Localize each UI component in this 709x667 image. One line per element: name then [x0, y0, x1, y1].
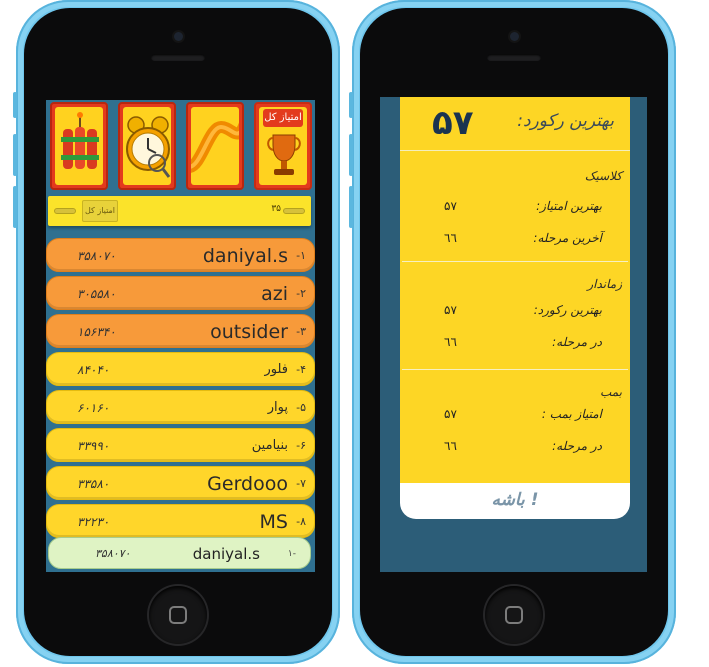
- row-points: ۳۰۵۵۸۰: [77, 287, 116, 301]
- leaderboard-row[interactable]: ۳۳۵۸۰ Gerdooo -۷: [46, 466, 315, 500]
- row-points: ۸۴۰۴۰: [77, 363, 110, 377]
- row-rank: -۲: [296, 287, 306, 300]
- alarm-clock-icon: [126, 116, 171, 178]
- tile-bomb-mode[interactable]: [50, 102, 108, 190]
- volume-down-button: [13, 186, 17, 228]
- row-rank: -۳: [296, 325, 306, 338]
- stat-row: ٦٦ در مرحله:: [400, 335, 630, 355]
- row-points: ۳۲۲۳۰: [77, 515, 110, 529]
- home-button[interactable]: [485, 586, 543, 644]
- scroll-pin-right: [283, 208, 305, 214]
- scroll-pin-left: [54, 208, 76, 214]
- section-title: بمب: [599, 385, 622, 399]
- stat-row: ۵۷ بهترین امتیاز:: [400, 199, 630, 219]
- row-rank: -۶: [296, 439, 306, 452]
- row-points: ۶۰۱۶۰: [77, 401, 110, 415]
- tile-total-score[interactable]: امتیاز کل: [254, 102, 312, 190]
- my-points: ۳۵۸۰۷۰: [95, 547, 131, 560]
- volume-up-button: [13, 134, 17, 176]
- my-rank: ۱-: [287, 549, 296, 559]
- stat-value: ٦٦: [444, 335, 457, 349]
- row-name: MS: [259, 511, 288, 533]
- row-points: ۳۳۵۸۰: [77, 477, 110, 491]
- stat-value: ٦٦: [444, 231, 457, 245]
- leaderboard-screen: امتیاز کل امتیاز کل ۳۵ ۳۵۸۰۷۰ daniyal.s …: [46, 100, 315, 572]
- stat-label: در مرحله:: [552, 439, 602, 453]
- row-name: Gerdooo: [207, 473, 288, 495]
- section-bomb: بمب ۵۷ امتیاز بمب : ٦٦ در مرحله:: [400, 369, 630, 475]
- wave-icon: [191, 120, 239, 173]
- front-camera: [174, 32, 183, 41]
- stat-value: ۵۷: [444, 303, 457, 317]
- stat-row: ۵۷ امتیاز بمب :: [400, 407, 630, 427]
- stat-row: ۵۷ بهترین رکورد:: [400, 303, 630, 323]
- records-card: ۵۷ بهترین رکورد: کلاسیک ۵۷ بهترین امتیاز…: [400, 97, 630, 517]
- home-button[interactable]: [149, 586, 207, 644]
- trophy-icon: [267, 134, 301, 175]
- stat-value: ۵۷: [444, 407, 457, 421]
- leaderboard-row[interactable]: ۳۵۸۰۷۰ daniyal.s -۱: [46, 238, 315, 272]
- tile-timed-mode[interactable]: [118, 102, 176, 190]
- mute-switch: [13, 92, 17, 118]
- volume-down-button: [349, 186, 353, 228]
- stat-row: ٦٦ آخرین مرحله:: [400, 231, 630, 251]
- tile-classic-mode[interactable]: [186, 102, 244, 190]
- row-name: فلور: [264, 362, 288, 377]
- earpiece-speaker: [487, 54, 541, 61]
- leaderboard-row[interactable]: ۱۵۶۳۴۰ outsider -۳: [46, 314, 315, 348]
- records-screen: ۵۷ بهترین رکورد: کلاسیک ۵۷ بهترین امتیاز…: [380, 97, 647, 572]
- stat-label: بهترین امتیاز:: [536, 199, 602, 213]
- section-timed: زماندار ۵۷ بهترین رکورد: ٦٦ در مرحله:: [400, 261, 630, 367]
- row-name: outsider: [210, 321, 288, 343]
- stat-label: در مرحله:: [552, 335, 602, 349]
- total-score-label: امتیاز کل: [82, 200, 118, 222]
- stat-label: آخرین مرحله:: [533, 231, 602, 245]
- leaderboard-row[interactable]: ۶۰۱۶۰ پوار -۵: [46, 390, 315, 424]
- total-score-bar: امتیاز کل ۳۵: [48, 196, 311, 226]
- row-points: ۳۵۸۰۷۰: [77, 249, 116, 263]
- section-divider: [402, 369, 628, 370]
- section-title: زماندار: [587, 277, 622, 291]
- best-record-label: بهترین رکورد:: [517, 111, 614, 131]
- stat-label: امتیاز بمب :: [541, 407, 602, 421]
- stat-value: ۵۷: [444, 199, 457, 213]
- leaderboard-row[interactable]: ۳۰۵۵۸۰ azi -۲: [46, 276, 315, 310]
- leaderboard-row[interactable]: ۳۲۲۳۰ MS -۸: [46, 504, 315, 538]
- ok-button[interactable]: باشه !: [400, 483, 630, 519]
- row-rank: -۵: [296, 401, 306, 414]
- row-name: پوار: [267, 400, 288, 415]
- stat-row: ٦٦ در مرحله:: [400, 439, 630, 459]
- stat-label: بهترین رکورد:: [533, 303, 602, 317]
- leaderboard-row[interactable]: ۳۳۹۹۰ بنیامین -۶: [46, 428, 315, 462]
- row-points: ۱۵۶۳۴۰: [77, 325, 116, 339]
- total-score-value: ۳۵: [271, 204, 281, 214]
- row-name: بنیامین: [251, 438, 288, 453]
- row-name: daniyal.s: [202, 245, 288, 267]
- row-rank: -۷: [296, 477, 306, 490]
- mode-tiles: امتیاز کل: [46, 100, 315, 195]
- my-name: daniyal.s: [192, 545, 260, 563]
- row-rank: -۱: [296, 249, 306, 262]
- row-points: ۳۳۹۹۰: [77, 439, 110, 453]
- earpiece-speaker: [151, 54, 205, 61]
- leaderboard-row[interactable]: ۸۴۰۴۰ فلور -۴: [46, 352, 315, 386]
- best-record-header: ۵۷ بهترین رکورد:: [400, 97, 630, 151]
- stat-value: ٦٦: [444, 439, 457, 453]
- volume-up-button: [349, 134, 353, 176]
- section-title: کلاسیک: [584, 169, 622, 183]
- section-classic: کلاسیک ۵۷ بهترین امتیاز: ٦٦ آخرین مرحله:: [400, 153, 630, 259]
- section-divider: [402, 261, 628, 262]
- row-rank: -۸: [296, 515, 306, 528]
- row-rank: -۴: [296, 363, 306, 376]
- my-leaderboard-entry[interactable]: ۳۵۸۰۷۰ daniyal.s ۱-: [48, 537, 311, 569]
- row-name: azi: [261, 283, 288, 305]
- dynamite-icon: [61, 112, 99, 169]
- mute-switch: [349, 92, 353, 118]
- best-record-value: ۵۷: [432, 103, 474, 143]
- front-camera: [510, 32, 519, 41]
